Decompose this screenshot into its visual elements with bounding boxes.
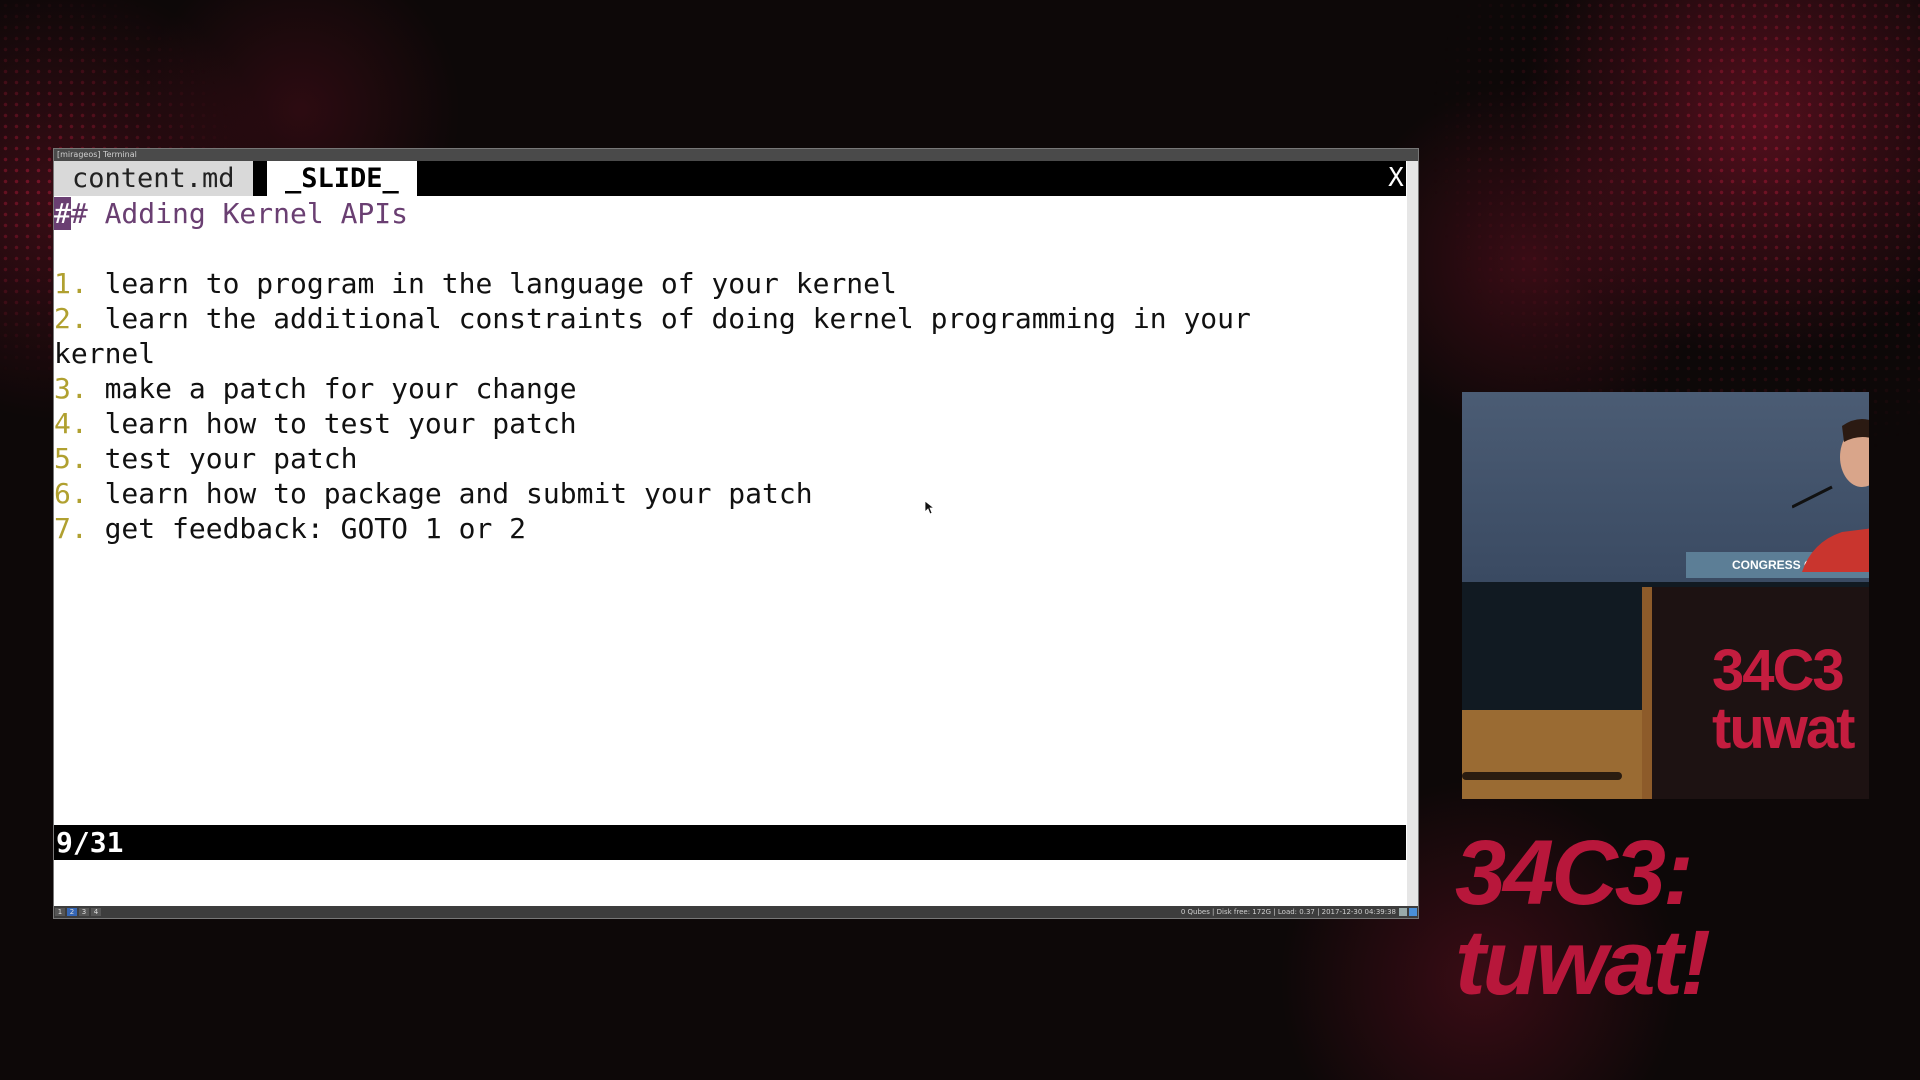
- tab-bar: content.md _SLIDE_: [54, 161, 1406, 196]
- terminal-window[interactable]: [mirageos] Terminal content.md _SLIDE_ X…: [53, 148, 1419, 919]
- list-number: 1.: [54, 267, 88, 300]
- list-item: 2. learn the additional constraints of d…: [54, 301, 1406, 336]
- list-text: kernel: [54, 337, 156, 370]
- editor-buffer[interactable]: ## Adding Kernel APIs 1. learn to progra…: [54, 196, 1406, 546]
- workspace-2[interactable]: 2: [67, 908, 77, 916]
- list-text: learn to program in the language of your…: [87, 267, 897, 300]
- workspace-3[interactable]: 3: [79, 908, 89, 916]
- speaker-person: [1792, 419, 1869, 572]
- list-text: learn how to test your patch: [87, 407, 577, 440]
- lectern-logo-line1: 34C3: [1712, 638, 1845, 703]
- event-logo-line2: tuwat!: [1455, 912, 1711, 1014]
- list-item: 3. make a patch for your change: [54, 371, 1406, 406]
- list-item: 4. learn how to test your patch: [54, 406, 1406, 441]
- scrollbar[interactable]: [1407, 161, 1418, 906]
- list-number: 2.: [54, 302, 88, 335]
- app-tray-icon[interactable]: [1409, 908, 1417, 916]
- list-number: 5.: [54, 442, 88, 475]
- video-desk: [1462, 710, 1652, 799]
- list-number: 4.: [54, 407, 88, 440]
- lectern-logo: 34C3 tuwat: [1712, 638, 1855, 761]
- list-number: 7.: [54, 512, 88, 545]
- desktop-taskbar: 1 2 3 4 0 Qubes | Disk free: 172G | Load…: [54, 906, 1418, 918]
- event-logo: 34C3: tuwat!: [1455, 822, 1711, 1014]
- mouse-pointer-icon: [925, 501, 935, 515]
- list-text: make a patch for your change: [87, 372, 577, 405]
- list-item: 6. learn how to package and submit your …: [54, 476, 1406, 511]
- window-title[interactable]: [mirageos] Terminal: [54, 149, 1418, 161]
- list-item-wrap: kernel: [54, 336, 1406, 371]
- system-status-text: 0 Qubes | Disk free: 172G | Load: 0.37 |…: [1180, 908, 1396, 916]
- tab-content-md[interactable]: content.md: [54, 161, 253, 196]
- workspace-1[interactable]: 1: [55, 908, 65, 916]
- video-desk-slot: [1462, 772, 1622, 780]
- slide-heading: ## Adding Kernel APIs: [54, 196, 1406, 231]
- speaker-video: CONGRESS CENTER LE 34C3 tuwat: [1462, 392, 1869, 799]
- close-tab-button[interactable]: X: [1386, 161, 1406, 196]
- list-item: 1. learn to program in the language of y…: [54, 266, 1406, 301]
- event-logo-line1: 34C3:: [1455, 822, 1694, 924]
- list-text: test your patch: [87, 442, 358, 475]
- network-tray-icon[interactable]: [1399, 908, 1407, 916]
- tab-slide[interactable]: _SLIDE_: [267, 161, 417, 196]
- workspace-4[interactable]: 4: [91, 908, 101, 916]
- list-number: 6.: [54, 477, 88, 510]
- list-item: 7. get feedback: GOTO 1 or 2: [54, 511, 1406, 546]
- lectern-logo-line2: tuwat: [1712, 696, 1855, 761]
- list-text: learn the additional constraints of doin…: [87, 302, 1251, 335]
- text-cursor: #: [54, 197, 71, 230]
- heading-text: # Adding Kernel APIs: [70, 197, 409, 230]
- list-number: 3.: [54, 372, 88, 405]
- list-item: 5. test your patch: [54, 441, 1406, 476]
- slide-counter: 9/31: [54, 825, 1406, 860]
- list-text: learn how to package and submit your pat…: [87, 477, 813, 510]
- list-text: get feedback: GOTO 1 or 2: [87, 512, 527, 545]
